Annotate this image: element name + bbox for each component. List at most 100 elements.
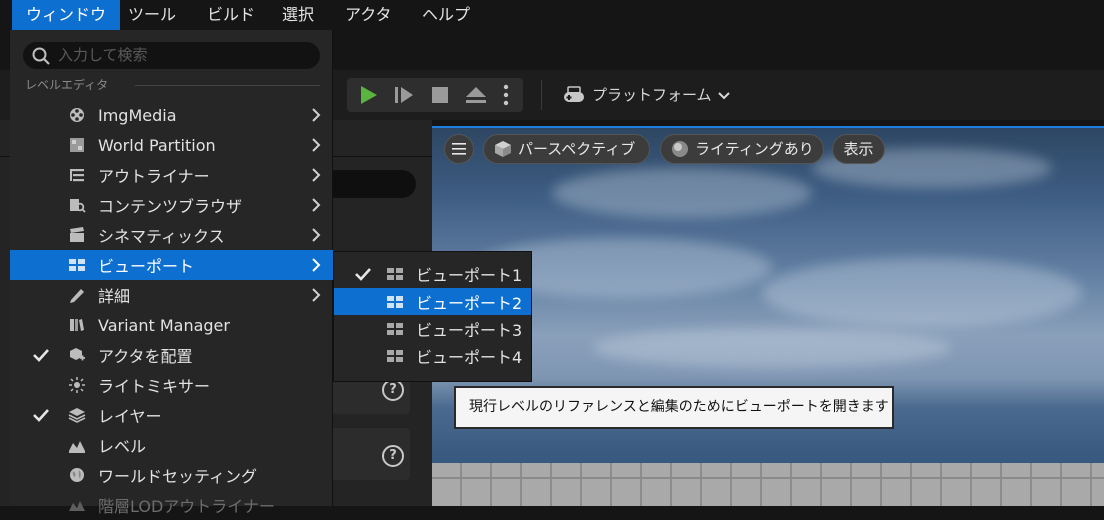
light-icon — [69, 377, 85, 393]
menu-build[interactable]: ビルド — [193, 0, 269, 30]
menu-item-imgmedia[interactable]: ImgMedia — [10, 100, 333, 130]
window-menu: 入力して検索 レベルエディタ ImgMedia World Partition … — [10, 30, 333, 516]
step-button[interactable] — [387, 78, 421, 112]
menu-help[interactable]: ヘルプ — [408, 0, 484, 30]
menu-item-light-mixer[interactable]: ライトミキサー — [10, 370, 333, 400]
menu-item-hlod-outliner: 階層LODアウトライナー — [10, 490, 333, 520]
checkmark-icon — [33, 409, 49, 422]
perspective-button[interactable]: パースペクティブ — [483, 134, 650, 164]
viewport-submenu: ビューポート1 ビューポート2 ビューポート3 ビューポート4 — [333, 251, 532, 382]
menu-item-label: アクタを配置 — [98, 347, 193, 366]
menu-bar: ウィンドウ ツール ビルド 選択 アクタ ヘルプ — [0, 0, 1104, 30]
menu-item-content-browser[interactable]: コンテンツブラウザ — [10, 190, 333, 220]
grid-map-icon — [70, 138, 84, 152]
eject-button[interactable] — [459, 78, 493, 112]
outliner-icon — [70, 169, 84, 182]
stop-icon — [432, 87, 448, 103]
section-divider — [135, 85, 320, 86]
menu-search-input[interactable]: 入力して検索 — [23, 42, 320, 69]
hlod-icon — [69, 501, 85, 511]
menu-item-label: ビューポート — [98, 257, 195, 276]
chevron-right-icon — [312, 198, 321, 212]
level-icon — [69, 441, 85, 453]
cloud — [762, 258, 1082, 328]
viewport-options-button[interactable] — [444, 134, 474, 164]
help-box: ? — [330, 428, 410, 480]
menu-item-label: 階層LODアウトライナー — [98, 497, 275, 516]
search-placeholder: 入力して検索 — [58, 46, 148, 64]
globe-icon — [70, 468, 84, 482]
film-reel-icon — [70, 108, 84, 122]
menu-item-layers[interactable]: レイヤー — [10, 400, 333, 430]
checkmark-icon — [33, 349, 49, 362]
stop-button[interactable] — [423, 78, 457, 112]
menu-item-variant-manager[interactable]: Variant Manager — [10, 310, 333, 340]
cloud — [592, 328, 952, 368]
tooltip: 現行レベルのリファレンスと編集のためにビューポートを開きます — [454, 386, 894, 429]
submenu-item-label: ビューポート2 — [416, 293, 523, 313]
chevron-right-icon — [312, 228, 321, 242]
play-button[interactable] — [351, 78, 385, 112]
menu-tools[interactable]: ツール — [114, 0, 190, 30]
menu-item-world-settings[interactable]: ワールドセッティング — [10, 460, 333, 490]
chevron-right-icon — [312, 108, 321, 122]
menu-item-viewport[interactable]: ビューポート — [10, 250, 333, 280]
show-label: 表示 — [843, 140, 874, 158]
chevron-right-icon — [312, 288, 321, 302]
menu-item-world-partition[interactable]: World Partition — [10, 130, 333, 160]
viewport-icon — [387, 323, 403, 335]
menu-item-label: シネマティックス — [98, 227, 225, 246]
menu-item-label: Variant Manager — [98, 315, 230, 335]
platforms-button[interactable]: プラットフォーム — [562, 80, 730, 110]
submenu-item-label: ビューポート4 — [416, 347, 523, 367]
submenu-item-label: ビューポート1 — [416, 265, 523, 285]
more-vertical-icon — [503, 84, 509, 106]
menu-window[interactable]: ウィンドウ — [12, 0, 121, 30]
menu-item-label: ワールドセッティング — [98, 467, 258, 486]
menu-select[interactable]: 選択 — [268, 0, 328, 30]
submenu-item-viewport-3[interactable]: ビューポート3 — [334, 315, 531, 342]
lighting-mode-button[interactable]: ライティングあり — [660, 134, 824, 164]
hamburger-icon — [452, 143, 466, 155]
menu-item-label: レベル — [98, 437, 147, 456]
menu-item-label: アウトライナー — [98, 167, 210, 186]
help-icon[interactable]: ? — [382, 379, 404, 401]
level-viewport[interactable] — [432, 128, 1104, 506]
lighting-label: ライティングあり — [695, 140, 814, 158]
menu-item-levels[interactable]: レベル — [10, 430, 333, 460]
sphere-icon — [672, 141, 688, 157]
layers-icon — [68, 408, 86, 423]
viewport-icon — [69, 259, 85, 271]
submenu-item-viewport-1[interactable]: ビューポート1 — [334, 260, 531, 287]
platforms-label: プラットフォーム — [592, 86, 712, 104]
play-options-button[interactable] — [493, 78, 519, 112]
play-icon — [361, 86, 377, 104]
submenu-item-label: ビューポート3 — [416, 320, 523, 340]
chevron-right-icon — [312, 258, 321, 272]
step-icon — [395, 87, 413, 103]
viewport-icon — [387, 268, 403, 280]
cube-icon — [495, 141, 511, 157]
help-icon[interactable]: ? — [382, 445, 404, 467]
chevron-right-icon — [312, 138, 321, 152]
floor-grid — [432, 463, 1104, 506]
section-heading: レベルエディタ — [25, 78, 109, 92]
menu-item-label: 詳細 — [98, 287, 131, 306]
pencil-icon — [70, 289, 84, 303]
menu-item-place-actors[interactable]: アクタを配置 — [10, 340, 333, 370]
menu-item-details[interactable]: 詳細 — [10, 280, 333, 310]
perspective-label: パースペクティブ — [518, 140, 636, 158]
submenu-item-viewport-4[interactable]: ビューポート4 — [334, 342, 531, 369]
viewport-icon — [387, 296, 403, 308]
submenu-item-viewport-2[interactable]: ビューポート2 — [334, 288, 531, 315]
show-button[interactable]: 表示 — [832, 134, 885, 164]
menu-item-outliner[interactable]: アウトライナー — [10, 160, 333, 190]
eject-icon — [466, 87, 486, 103]
menu-item-label: コンテンツブラウザ — [98, 197, 243, 216]
play-controls — [347, 78, 523, 112]
menu-item-label: World Partition — [98, 135, 216, 155]
menu-actor[interactable]: アクタ — [331, 0, 406, 30]
book-icon — [70, 319, 84, 331]
menu-item-cinematics[interactable]: シネマティックス — [10, 220, 333, 250]
clapperboard-icon — [70, 227, 84, 242]
